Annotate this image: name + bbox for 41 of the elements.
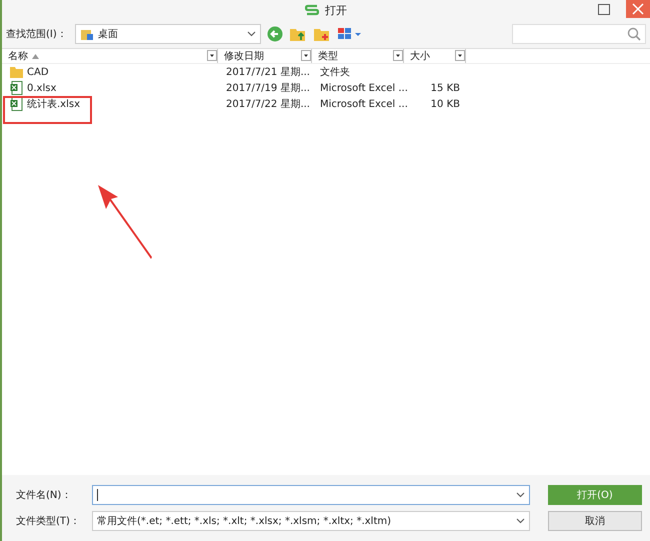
- chevron-down-icon: [516, 492, 525, 498]
- close-button[interactable]: [626, 0, 650, 18]
- type-cell-text: 文件夹: [320, 66, 350, 79]
- filetype-label: 文件类型(T)：: [15, 514, 81, 528]
- size-cell: 15 KB: [430, 82, 460, 94]
- size-cell: 10 KB: [430, 98, 460, 110]
- column-header[interactable]: 修改日期: [218, 49, 312, 63]
- chevron-down-icon: [516, 518, 525, 524]
- filename-field[interactable]: [92, 485, 530, 505]
- cancel-button[interactable]: 取消: [548, 511, 642, 531]
- file-name[interactable]: 统计表.xlsx: [27, 97, 80, 111]
- folder-icon: [10, 66, 24, 78]
- location-dropdown[interactable]: 桌面: [74, 24, 261, 44]
- search-field[interactable]: [512, 24, 646, 44]
- column-header[interactable]: 名称: [2, 49, 218, 63]
- date-cell-text: 2017/7/19 星期...: [226, 82, 310, 95]
- location-label: 查找范围(I)：: [6, 28, 67, 41]
- chevron-down-icon: [246, 31, 256, 37]
- search-icon: [627, 27, 641, 41]
- text-cursor: [97, 489, 98, 501]
- sort-up-icon: [32, 54, 39, 58]
- type-cell: Microsoft Excel ...: [320, 82, 408, 94]
- filename-label: 文件名(N)：: [15, 488, 72, 502]
- date-cell-text: 2017/7/21 星期...: [226, 66, 310, 79]
- filetype-dropdown[interactable]: 常用文件(*.et; *.ett; *.xls; *.xlt; *.xlsx; *.xlsm; *.xltx; *.xltm): [92, 511, 530, 531]
- spreadsheet-file-icon: [10, 97, 24, 111]
- file-name[interactable]: 0.xlsx: [27, 82, 56, 94]
- column-header[interactable]: 类型: [312, 49, 404, 63]
- close-icon: [632, 3, 644, 15]
- date-cell-text: 2017/7/22 星期...: [226, 98, 310, 111]
- back-icon[interactable]: [266, 26, 283, 42]
- type-cell: Microsoft Excel ...: [320, 98, 408, 110]
- app-logo-icon: [305, 4, 319, 16]
- column-header[interactable]: 大小: [404, 49, 466, 63]
- file-name[interactable]: CAD: [27, 66, 49, 78]
- desktop-folder-icon: [80, 27, 94, 41]
- new-folder-icon[interactable]: [312, 26, 331, 42]
- folder-up-icon[interactable]: [288, 26, 307, 42]
- window-title: 打开: [325, 2, 347, 18]
- view-menu-icon[interactable]: [336, 26, 363, 42]
- spreadsheet-file-icon: [10, 81, 24, 95]
